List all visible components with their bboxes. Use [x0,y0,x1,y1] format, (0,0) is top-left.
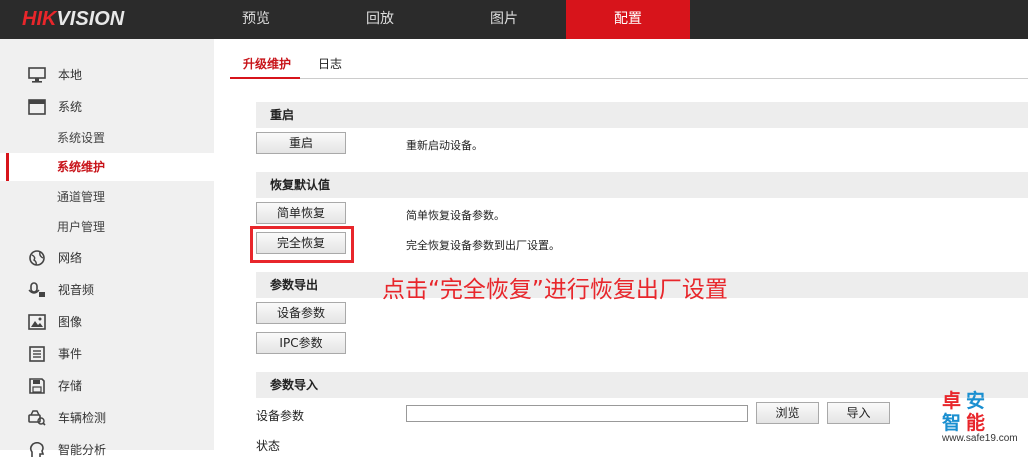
simple-restore-button[interactable]: 简单恢复 [256,202,346,224]
section-header-restore-defaults: 恢复默认值 [256,172,1028,198]
export-device-parameters-button[interactable]: 设备参数 [256,302,346,324]
sidebar-item-label: 存储 [58,379,83,393]
window-icon [28,99,46,115]
tab-log[interactable]: 日志 [318,55,342,72]
import-file-path-input[interactable] [406,405,748,422]
sidebar-item-label: 视音频 [58,283,95,297]
monitor-icon [28,67,46,83]
watermark-char: 能 [966,412,986,434]
main-nav: 预览 回放 图片 配置 [194,0,690,39]
sidebar-item-system[interactable]: 系统 [0,93,214,121]
logo-text-white: VISION [56,8,125,30]
hikvision-logo: HIKVISION [22,8,124,31]
sidebar-sub-system-maintenance[interactable]: 系统维护 [0,153,214,181]
sidebar-sub-channel-management[interactable]: 通道管理 [0,183,214,211]
annotation-text: 点击“完全恢复”进行恢复出厂设置 [382,277,728,303]
logo-text-red: HIK [22,8,57,30]
section-header-parameter-import: 参数导入 [256,372,1028,398]
sidebar: 本地 系统 系统设置 系统维护 通道管理 用户管理 网络 视音频 图像 事件 存… [0,39,214,457]
sidebar-item-label: 网络 [58,251,83,265]
watermark-url: www.safe19.com [942,433,1018,444]
car-search-icon [28,410,46,426]
tab-label: 升级维护 [243,57,292,71]
image-icon [28,314,46,330]
sidebar-sub-label: 系统维护 [57,160,106,174]
highlight-box [250,226,354,263]
globe-icon [29,250,45,266]
sidebar-item-label: 车辆检测 [58,411,107,425]
full-restore-description: 完全恢复设备参数到出厂设置。 [406,239,560,252]
sidebar-item-image[interactable]: 图像 [0,308,214,336]
sidebar-item-label: 智能分析 [58,443,107,457]
sidebar-item-smart-analysis[interactable]: 智能分析 [0,436,214,464]
watermark-char: 智 [942,412,962,434]
nav-playback[interactable]: 回放 [318,0,442,39]
watermark-logo: 卓 安 智 能 www.safe19.com [936,386,1026,448]
sidebar-item-label: 系统 [58,100,83,114]
sidebar-item-local[interactable]: 本地 [0,61,214,89]
import-status-label: 状态 [256,439,281,453]
browse-button[interactable]: 浏览 [756,402,819,424]
microphone-icon [28,282,45,297]
tab-upgrade-maintenance[interactable]: 升级维护 [243,55,291,72]
brain-icon [29,442,45,457]
reboot-button[interactable]: 重启 [256,132,346,154]
export-ipc-parameters-button[interactable]: IPC参数 [256,332,346,354]
sidebar-item-vehicle-detection[interactable]: 车辆检测 [0,404,214,432]
sidebar-sub-system-settings[interactable]: 系统设置 [0,124,214,152]
sidebar-item-event[interactable]: 事件 [0,340,214,368]
sidebar-sub-label: 用户管理 [57,220,106,234]
top-bar: HIKVISION 预览 回放 图片 配置 [0,0,1028,39]
sidebar-item-label: 本地 [58,68,83,82]
sidebar-item-network[interactable]: 网络 [0,244,214,272]
nav-picture[interactable]: 图片 [442,0,566,39]
sidebar-sub-user-management[interactable]: 用户管理 [0,213,214,241]
nav-preview[interactable]: 预览 [194,0,318,39]
sidebar-item-audio-video[interactable]: 视音频 [0,276,214,304]
floppy-icon [29,378,45,394]
sidebar-sub-label: 系统设置 [57,131,106,145]
simple-restore-description: 简单恢复设备参数。 [406,209,505,222]
nav-configuration[interactable]: 配置 [566,0,690,39]
active-tab-underline [230,77,300,79]
tab-label: 日志 [318,57,343,71]
sidebar-item-label: 图像 [58,315,83,329]
import-device-parameters-label: 设备参数 [256,409,305,423]
sidebar-item-label: 事件 [58,347,83,361]
tab-bar: 升级维护 日志 [230,39,1028,79]
section-header-reboot: 重启 [256,102,1028,128]
import-button[interactable]: 导入 [827,402,890,424]
list-icon [29,346,45,362]
sidebar-sub-label: 通道管理 [57,190,106,204]
reboot-description: 重新启动设备。 [406,139,483,152]
sidebar-item-storage[interactable]: 存储 [0,372,214,400]
